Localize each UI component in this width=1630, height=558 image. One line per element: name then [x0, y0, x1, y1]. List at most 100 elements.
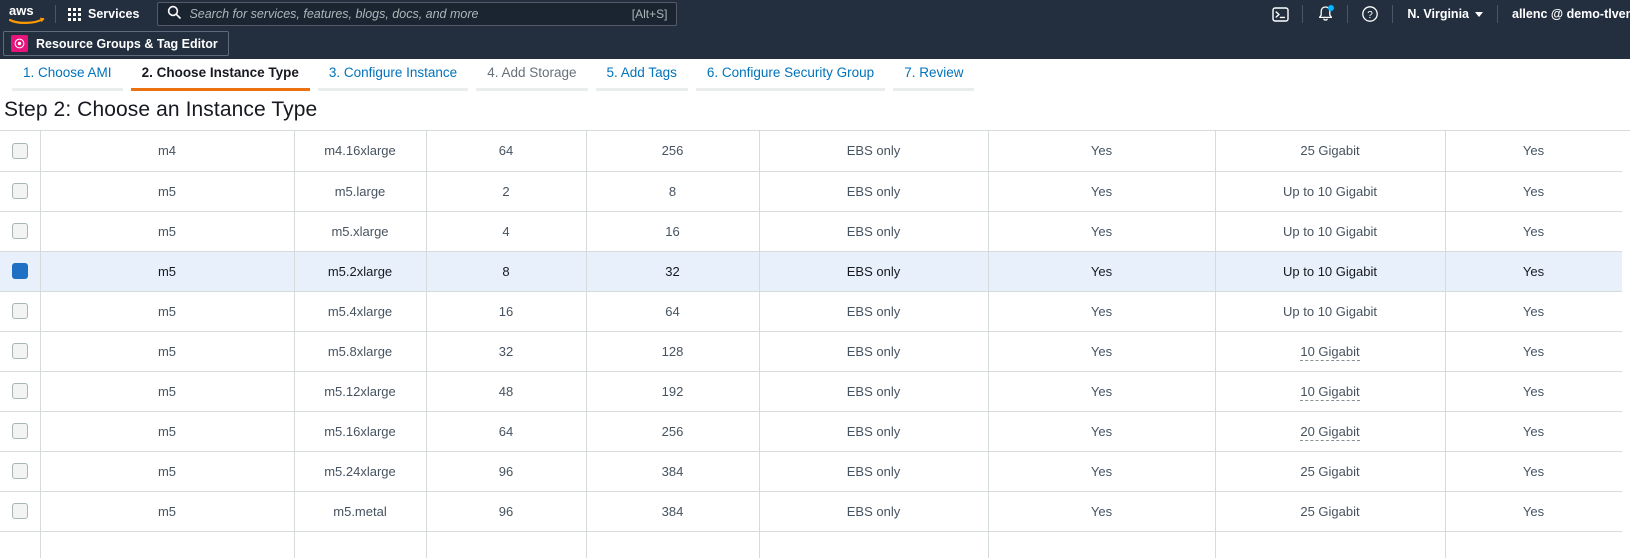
- cell-instance-storage: EBS only: [759, 491, 989, 532]
- resource-groups-label: Resource Groups & Tag Editor: [36, 36, 218, 51]
- table-row[interactable]: m5 m5.large 2 8 EBS only Yes Up to 10 Gigabit Y…: [0, 171, 1623, 212]
- wizard-tab-label: 1. Choose AMI: [23, 65, 112, 80]
- row-checkbox[interactable]: [11, 383, 28, 399]
- table-scrollbar[interactable]: [1622, 131, 1630, 558]
- cell-ipv6-support: Yes: [1445, 291, 1623, 332]
- sidebar-item-resource-groups[interactable]: Resource Groups & Tag Editor: [3, 31, 229, 56]
- cell-instance-storage: EBS only: [759, 171, 989, 212]
- cell-network-performance: 20 Gigabit: [1215, 411, 1446, 452]
- cell-ipv6-support: Yes: [1445, 131, 1623, 172]
- table-row[interactable]: m5 m5.2xlarge 8 32 EBS only Yes Up to 10 Gigab…: [0, 251, 1623, 292]
- region-selector[interactable]: N. Virginia: [1393, 0, 1497, 28]
- wizard-tab-2[interactable]: 2. Choose Instance Type: [127, 59, 314, 91]
- table-row[interactable]: m5 m5.24xlarge 96 384 EBS only Yes 25 Gigabit Y…: [0, 451, 1623, 492]
- row-checkbox[interactable]: [11, 263, 28, 279]
- row-select-cell[interactable]: [0, 211, 41, 252]
- row-select-cell[interactable]: [0, 131, 41, 172]
- wizard-tab-7[interactable]: 7. Review: [889, 59, 978, 91]
- cell-family: m5: [40, 291, 295, 332]
- help-button[interactable]: ?: [1348, 0, 1392, 28]
- search-input[interactable]: Search for services, features, blogs, do…: [189, 7, 631, 21]
- cell-instance-storage: [759, 531, 989, 558]
- row-select-cell[interactable]: [0, 331, 41, 372]
- cell-ipv6-support: Yes: [1445, 331, 1623, 372]
- table-row[interactable]: m5 m5.xlarge 4 16 EBS only Yes Up to 10 Gigabi…: [0, 211, 1623, 252]
- aws-logo[interactable]: aws: [0, 0, 55, 28]
- table-row[interactable]: [0, 531, 1623, 558]
- cell-family: m4: [40, 131, 295, 172]
- row-select-cell[interactable]: [0, 171, 41, 212]
- wizard-step-tabs: 1. Choose AMI 2. Choose Instance Type 3. C…: [0, 59, 1630, 91]
- wizard-tab-6[interactable]: 6. Configure Security Group: [692, 59, 889, 91]
- wizard-tab-1[interactable]: 1. Choose AMI: [8, 59, 127, 91]
- table-row[interactable]: m5 m5.16xlarge 64 256 EBS only Yes 20 Gigabit Y…: [0, 411, 1623, 452]
- row-checkbox[interactable]: [11, 343, 28, 359]
- row-select-cell[interactable]: [0, 251, 41, 292]
- cell-vcpus: 64: [426, 131, 587, 172]
- cell-instance-type: [294, 531, 427, 558]
- cell-network-performance: 25 Gigabit: [1215, 131, 1446, 172]
- cell-ipv6-support: [1445, 531, 1623, 558]
- cloudshell-button[interactable]: [1258, 0, 1302, 28]
- services-label: Services: [88, 7, 140, 21]
- table-row[interactable]: m5 m5.8xlarge 32 128 EBS only Yes 10 Gigabit Ye…: [0, 331, 1623, 372]
- row-checkbox[interactable]: [11, 223, 28, 239]
- services-menu-button[interactable]: Services: [56, 0, 151, 28]
- account-menu[interactable]: allenc @ demo-tlven: [1498, 0, 1630, 28]
- cell-instance-type: m4.16xlarge: [294, 131, 427, 172]
- cell-ebs-optimized: Yes: [988, 131, 1216, 172]
- row-select-cell[interactable]: [0, 371, 41, 412]
- table-row[interactable]: m5 m5.4xlarge 16 64 EBS only Yes Up to 10 Giga…: [0, 291, 1623, 332]
- row-select-cell[interactable]: [0, 291, 41, 332]
- row-checkbox[interactable]: [11, 303, 28, 319]
- table-row[interactable]: m4 m4.16xlarge 64 256 EBS only Yes 25 Gigabit Y…: [0, 131, 1623, 172]
- cell-ebs-optimized: Yes: [988, 491, 1216, 532]
- cell-instance-type: m5.2xlarge: [294, 251, 427, 292]
- network-performance-tooltip[interactable]: 10 Gigabit: [1300, 343, 1360, 361]
- cell-instance-storage: EBS only: [759, 131, 989, 172]
- network-performance-tooltip[interactable]: 10 Gigabit: [1300, 383, 1360, 401]
- cell-network-performance: Up to 10 Gigabit: [1215, 171, 1446, 212]
- cell-memory: 384: [586, 491, 760, 532]
- help-icon: ?: [1362, 6, 1379, 22]
- global-search-box[interactable]: Search for services, features, blogs, do…: [157, 2, 678, 26]
- global-navigation-bar: aws Services Search for services, featur…: [0, 0, 1630, 28]
- cell-family: [40, 531, 295, 558]
- cell-network-performance: Up to 10 Gigabit: [1215, 291, 1446, 332]
- cell-memory: 384: [586, 451, 760, 492]
- cell-instance-storage: EBS only: [759, 251, 989, 292]
- account-label: allenc @ demo-tlven: [1512, 7, 1630, 21]
- cell-family: m5: [40, 171, 295, 212]
- row-checkbox[interactable]: [11, 142, 28, 159]
- table-row[interactable]: m5 m5.12xlarge 48 192 EBS only Yes 10 Gigabit Y…: [0, 371, 1623, 412]
- row-select-cell[interactable]: [0, 451, 41, 492]
- cell-instance-type: m5.24xlarge: [294, 451, 427, 492]
- row-select-cell[interactable]: [0, 411, 41, 452]
- table-row[interactable]: m5 m5.metal 96 384 EBS only Yes 25 Gigabit Yes: [0, 491, 1623, 532]
- row-checkbox[interactable]: [11, 463, 28, 479]
- cell-ipv6-support: Yes: [1445, 251, 1623, 292]
- network-performance-tooltip[interactable]: 20 Gigabit: [1300, 423, 1360, 441]
- row-checkbox[interactable]: [11, 423, 28, 439]
- cell-vcpus: 96: [426, 451, 587, 492]
- row-select-cell[interactable]: [0, 531, 41, 558]
- cell-ebs-optimized: Yes: [988, 251, 1216, 292]
- wizard-tab-3[interactable]: 3. Configure Instance: [314, 59, 472, 91]
- cell-network-performance: 10 Gigabit: [1215, 371, 1446, 412]
- notifications-button[interactable]: [1303, 0, 1347, 28]
- search-shortcut-hint: [Alt+S]: [631, 7, 668, 21]
- cell-memory: 32: [586, 251, 760, 292]
- row-checkbox[interactable]: [11, 503, 28, 519]
- wizard-tab-label: 2. Choose Instance Type: [141, 65, 299, 80]
- cell-family: m5: [40, 211, 295, 252]
- wizard-tab-5[interactable]: 5. Add Tags: [592, 59, 692, 91]
- wizard-tab-label: 5. Add Tags: [606, 65, 677, 80]
- cell-vcpus: 16: [426, 291, 587, 332]
- cell-family: m5: [40, 411, 295, 452]
- row-checkbox[interactable]: [11, 183, 28, 199]
- cloudshell-icon: [1272, 6, 1289, 22]
- svg-text:aws: aws: [9, 3, 34, 18]
- cell-instance-type: m5.xlarge: [294, 211, 427, 252]
- cell-vcpus: 2: [426, 171, 587, 212]
- row-select-cell[interactable]: [0, 491, 41, 532]
